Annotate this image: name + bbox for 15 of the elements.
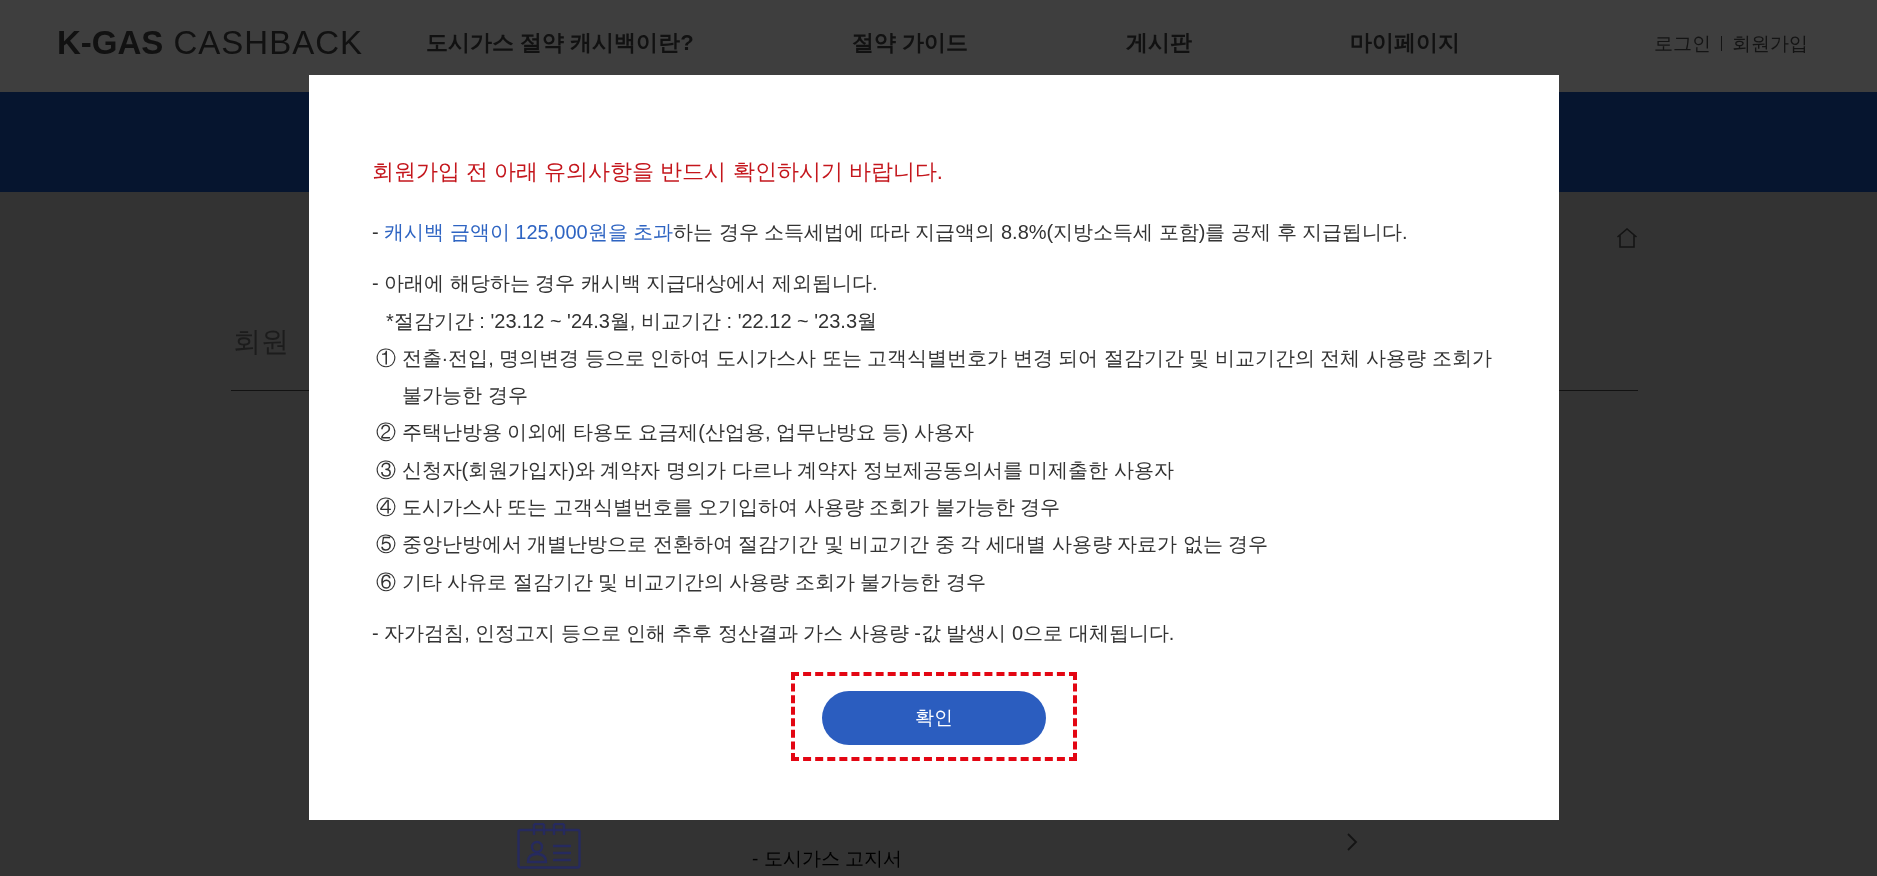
modal-title: 회원가입 전 아래 유의사항을 반드시 확인하시기 바랍니다. bbox=[372, 158, 944, 186]
exclusion-item: ③ 신청자(회원가입자)와 계약자 명의가 다르나 계약자 정보제공동의서를 미제출한 사용자 bbox=[375, 457, 1175, 483]
exclusion-item: ⑥ 기타 사유로 절감기간 및 비교기간의 사용량 조회가 불가능한 경우 bbox=[375, 569, 987, 595]
confirm-button[interactable]: 확인 bbox=[822, 691, 1046, 746]
notice-text: - 캐시백 금액이 125,000원을 초과하는 경우 소득세법에 따라 지급액의 8.8%(지방소득세 포함)를 공제 후 지급됩니다. bbox=[372, 220, 1409, 245]
id-card-icon bbox=[517, 823, 581, 869]
home-icon[interactable] bbox=[1616, 228, 1638, 248]
period-note: *절감기간 : '23.12 ~ '24.3월, 비교기간 : '22.12 ~ '23.3월 bbox=[385, 308, 879, 334]
notice-text: - 자가검침, 인정고지 등으로 인해 추후 정산결과 가스 사용량 -값 발생시 0으로 대체됩니다. bbox=[372, 620, 1176, 646]
exclusion-item: ① 전출·전입, 명의변경 등으로 인하여 도시가스사 또는 고객식별번호가 변경 되어 절감기간 및 비교기간의 전체 사용량 조회가 불가능한 경우 bbox=[375, 345, 1493, 409]
chevron-right-icon[interactable] bbox=[1346, 833, 1358, 851]
notice-text: - 아래에 해당하는 경우 캐시백 지급대상에서 제외됩니다. bbox=[372, 271, 879, 297]
exclusion-item: ⑤ 중앙난방에서 개별난방으로 전환하여 절감기간 및 비교기간 중 각 세대별 사용량 자료가 없는 경우 bbox=[375, 532, 1270, 558]
exclusion-item: ② 주택난방용 이외에 타용도 요금제(산업용, 업무난방요 등) 사용자 bbox=[375, 420, 975, 446]
exclusion-item: ④ 도시가스사 또는 고객식별번호를 오기입하여 사용량 조회가 불가능한 경우 bbox=[375, 495, 1062, 521]
